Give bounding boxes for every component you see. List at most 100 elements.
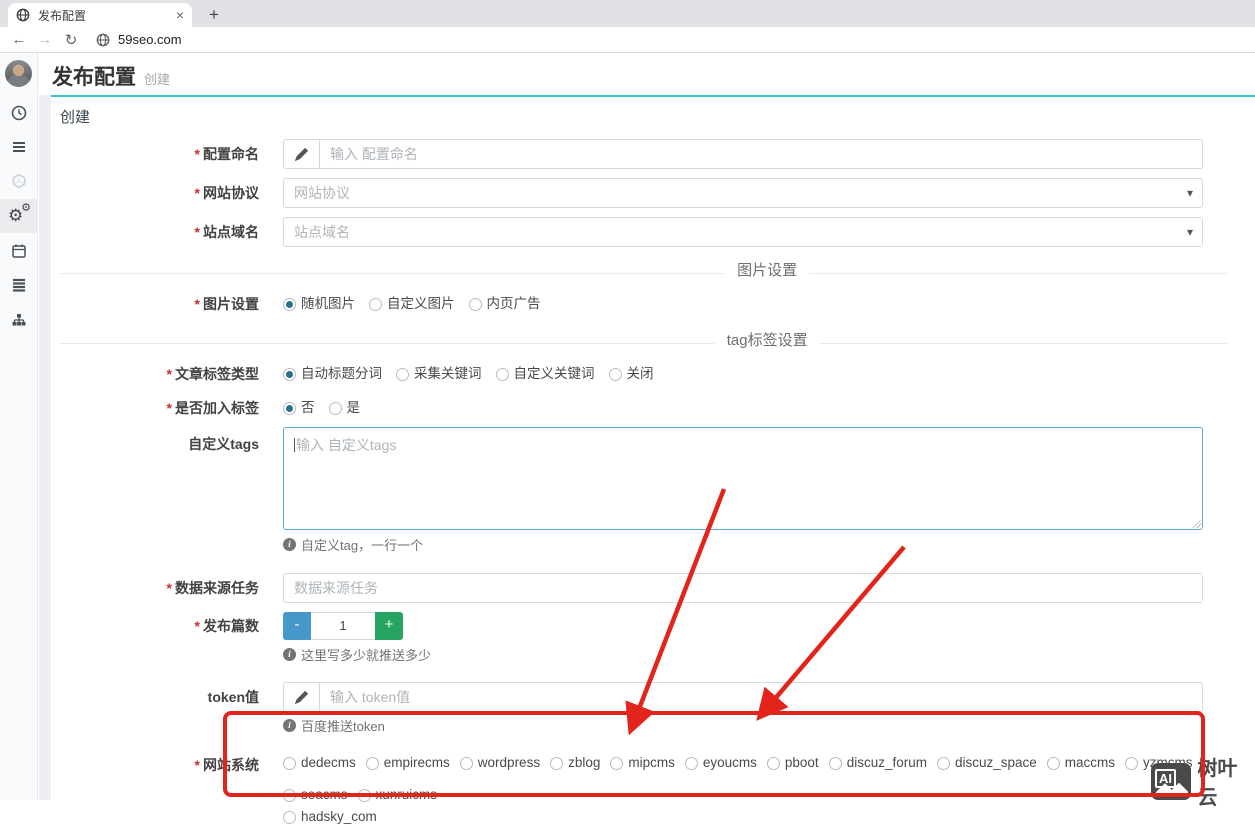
config-name-label: *配置命名: [60, 139, 283, 169]
required-marker: *: [167, 400, 172, 416]
tab-close-icon[interactable]: ×: [176, 8, 184, 22]
required-marker: *: [195, 757, 200, 773]
radio-icon: [496, 368, 509, 381]
sidebar-item-modules[interactable]: [0, 164, 38, 198]
browser-toolbar: ← → ↻ 59seo.com: [0, 27, 1255, 53]
radio-custom-keywords[interactable]: 自定义关键词: [496, 359, 595, 389]
cms-label: *网站系统: [60, 752, 283, 828]
token-help: i 百度推送token: [283, 716, 1203, 735]
token-input[interactable]: 输入 token值: [283, 682, 1203, 712]
new-tab-button[interactable]: +: [202, 3, 226, 27]
radio-icon: [610, 757, 623, 770]
custom-tags-textarea[interactable]: 输入 自定义tags: [283, 427, 1203, 530]
protocol-label: *网站协议: [60, 178, 283, 208]
card-title: 创建: [60, 106, 1227, 127]
sidebar-item-history[interactable]: [0, 96, 38, 130]
radio-label: mipcms: [628, 752, 675, 774]
tag-type-row: *文章标签类型 自动标题分词 采集关键词 自定义关键词 关闭: [60, 359, 1227, 389]
sitemap-icon: [10, 311, 28, 329]
radio-maccms[interactable]: maccms: [1047, 752, 1115, 774]
data-source-placeholder: 数据来源任务: [294, 578, 378, 598]
radio-mipcms[interactable]: mipcms: [610, 752, 675, 774]
radio-zblog[interactable]: zblog: [550, 752, 600, 774]
radio-icon: [609, 368, 622, 381]
radio-label: 内页广告: [487, 289, 541, 319]
radio-auto-title-split[interactable]: 自动标题分词: [283, 359, 382, 389]
gears-icon: ⚙⚙: [9, 206, 29, 226]
browser-tab[interactable]: 发布配置 ×: [8, 3, 192, 27]
forward-icon[interactable]: →: [32, 31, 58, 48]
sidebar: ⚙⚙: [0, 53, 38, 800]
content-header: 发布配置创建: [39, 53, 1255, 95]
pencil-icon: [284, 140, 320, 168]
radio-off[interactable]: 关闭: [609, 359, 654, 389]
sidebar-item-settings-active[interactable]: ⚙⚙: [0, 199, 38, 233]
config-name-input[interactable]: 输入 配置命名: [283, 139, 1203, 169]
radio-label: seacms: [301, 784, 348, 806]
radio-discuz-space[interactable]: discuz_space: [937, 752, 1037, 774]
radio-collect-keywords[interactable]: 采集关键词: [396, 359, 482, 389]
cms-options-line2: hadsky_com: [283, 806, 1203, 828]
chevron-down-icon: ▾: [1187, 186, 1193, 200]
sidebar-item-menu[interactable]: [0, 130, 38, 164]
radio-no[interactable]: 否: [283, 393, 315, 423]
radio-dedecms[interactable]: dedecms: [283, 752, 356, 774]
radio-icon: [1047, 757, 1060, 770]
data-source-row: *数据来源任务 数据来源任务: [60, 573, 1227, 603]
publish-count-row: *发布篇数 - 1 + i 这里写多少就推送多少: [60, 612, 1227, 664]
domain-select[interactable]: 站点域名 ▾: [283, 217, 1203, 247]
section-image-settings: 图片设置: [60, 259, 1227, 281]
radio-label: 随机图片: [301, 289, 355, 319]
watermark: AI 树叶云: [1151, 752, 1255, 810]
protocol-row: *网站协议 网站协议 ▾: [60, 178, 1227, 208]
radio-label: wordpress: [478, 752, 540, 774]
radio-wordpress[interactable]: wordpress: [460, 752, 540, 774]
sidebar-item-calendar[interactable]: [0, 234, 38, 268]
sidebar-scrollbar[interactable]: [39, 95, 51, 800]
radio-custom-image[interactable]: 自定义图片: [369, 289, 455, 319]
browser-tabstrip: 发布配置 × +: [0, 0, 1255, 27]
sidebar-item-list[interactable]: [0, 268, 38, 302]
section-tag-settings: tag标签设置: [60, 329, 1227, 351]
publish-count-label: *发布篇数: [60, 612, 283, 664]
hexagon-icon: [10, 172, 28, 190]
user-avatar[interactable]: [5, 60, 32, 87]
data-source-input[interactable]: 数据来源任务: [283, 573, 1203, 603]
reload-icon[interactable]: ↻: [58, 31, 84, 49]
back-icon[interactable]: ←: [6, 31, 32, 48]
radio-hadsky-com[interactable]: hadsky_com: [283, 806, 377, 828]
protocol-placeholder: 网站协议: [294, 183, 350, 203]
url-text: 59seo.com: [118, 32, 182, 47]
required-marker: *: [195, 185, 200, 201]
required-marker: *: [195, 296, 200, 312]
domain-placeholder: 站点域名: [294, 222, 350, 242]
textarea-resize-handle[interactable]: [1192, 519, 1201, 528]
sidebar-item-sitemap[interactable]: [0, 303, 38, 337]
radio-inner-ad[interactable]: 内页广告: [469, 289, 541, 319]
radio-seacms[interactable]: seacms: [283, 784, 348, 806]
radio-icon: [329, 402, 342, 415]
radio-yes[interactable]: 是: [329, 393, 361, 423]
radio-icon: [685, 757, 698, 770]
token-row: token值 输入 token值 i 百度推送token: [60, 682, 1227, 735]
url-globe-icon: [96, 33, 110, 47]
list-icon: [10, 276, 28, 294]
radio-label: discuz_forum: [847, 752, 927, 774]
cms-options-line1: dedecms empirecms wordpress zblog mipcms…: [283, 752, 1203, 806]
radio-pboot[interactable]: pboot: [767, 752, 819, 774]
radio-label: dedecms: [301, 752, 356, 774]
radio-empirecms[interactable]: empirecms: [366, 752, 450, 774]
radio-xunruicms[interactable]: xunruicms: [358, 784, 438, 806]
radio-eyoucms[interactable]: eyoucms: [685, 752, 757, 774]
decrement-button[interactable]: -: [283, 612, 311, 640]
radio-random-image[interactable]: 随机图片: [283, 289, 355, 319]
increment-button[interactable]: +: [375, 612, 403, 640]
radio-icon: [283, 757, 296, 770]
address-bar[interactable]: 59seo.com: [96, 32, 182, 47]
publish-count-value[interactable]: 1: [311, 612, 375, 640]
protocol-select[interactable]: 网站协议 ▾: [283, 178, 1203, 208]
radio-discuz-forum[interactable]: discuz_forum: [829, 752, 927, 774]
tag-type-label: *文章标签类型: [60, 359, 283, 389]
custom-tags-label: 自定义tags: [60, 427, 283, 554]
radio-icon: [829, 757, 842, 770]
